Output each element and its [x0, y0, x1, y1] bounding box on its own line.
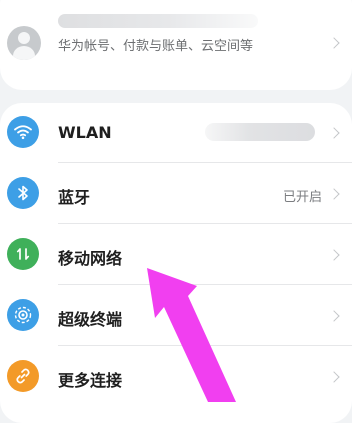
- annotation-arrow: [147, 268, 236, 402]
